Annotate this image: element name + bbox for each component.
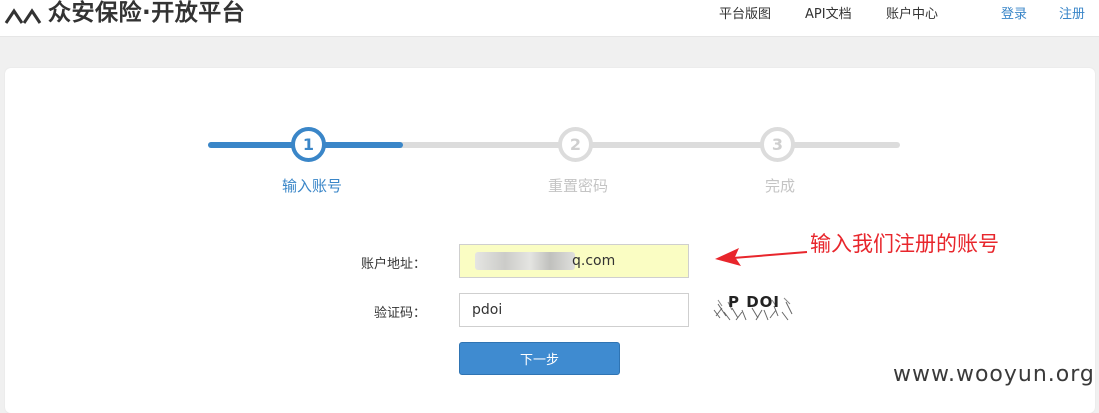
login-link[interactable]: 登录: [1001, 3, 1027, 22]
logo-mark-icon: [4, 8, 42, 24]
captcha-text: P DOI: [728, 293, 780, 311]
step-3-label: 完成: [764, 177, 795, 195]
register-link[interactable]: 注册: [1059, 3, 1085, 22]
annotation-text: 输入我们注册的账号: [810, 232, 999, 256]
step-2-circle: 2: [558, 127, 593, 162]
top-navbar: 众安保险·开放平台 平台版图 API文档 账户中心 登录 注册: [0, 0, 1099, 37]
brand-logo[interactable]: 众安保险·开放平台: [4, 0, 245, 28]
watermark: www.wooyun.org: [893, 362, 1095, 387]
nav-platform-map[interactable]: 平台版图: [719, 3, 771, 22]
account-address-label: 账户地址：: [360, 257, 426, 272]
nav-account-center[interactable]: 账户中心: [886, 3, 938, 22]
annotation-arrow-icon: [715, 248, 808, 266]
nav-api-docs[interactable]: API文档: [805, 3, 852, 22]
account-address-value: q.com: [572, 253, 616, 269]
step-2-label: 重置密码: [547, 177, 608, 195]
captcha-input[interactable]: [459, 293, 689, 327]
step-1-circle: 1: [291, 127, 326, 162]
captcha-image[interactable]: P DOI: [712, 290, 796, 324]
brand-name: 众安保险·开放平台: [48, 0, 246, 26]
captcha-label: 验证码：: [373, 306, 426, 321]
step-3-circle: 3: [760, 127, 795, 162]
redacted-email-blur: [475, 252, 575, 270]
next-step-button[interactable]: 下一步: [459, 342, 620, 375]
step-1-label: 输入账号: [281, 177, 342, 195]
